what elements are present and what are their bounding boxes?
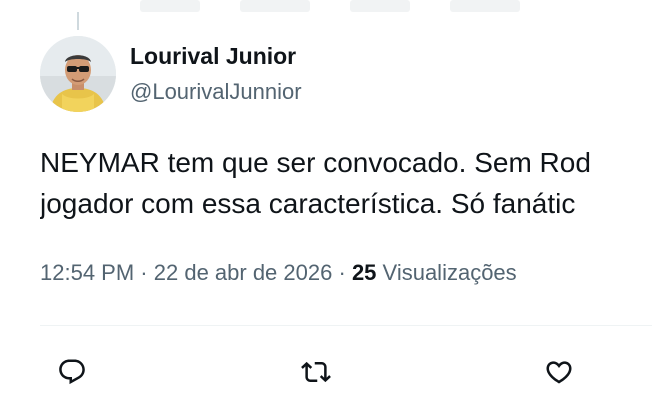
like-button[interactable] — [537, 350, 581, 394]
retweet-button[interactable] — [294, 350, 338, 394]
views-count: 25 — [351, 260, 377, 285]
author-info: Lourival Junior @LourivalJunnior — [130, 42, 302, 106]
tweet-text-line-1: NEYMAR tem que ser convocado. Sem Rod — [40, 147, 591, 178]
meta-separator: · — [338, 260, 346, 285]
like-icon — [546, 361, 572, 384]
meta-separator: · — [140, 260, 148, 285]
retweet-icon — [301, 361, 331, 383]
author-handle[interactable]: @LourivalJunnior — [130, 78, 302, 106]
reply-button[interactable] — [50, 350, 94, 394]
reply-icon — [59, 359, 85, 385]
tweet-text: NEYMAR tem que ser convocado. Sem Rod jo… — [40, 142, 652, 224]
author-display-name[interactable]: Lourival Junior — [130, 42, 302, 70]
tweet: Lourival Junior @LourivalJunnior NEYMAR … — [0, 0, 652, 408]
tweet-text-line-2: jogador com essa característica. Só faná… — [40, 188, 576, 219]
divider — [40, 325, 652, 326]
tweet-meta: 12:54 PM · 22 de abr de 2026 · 25 Visual… — [40, 258, 517, 288]
tweet-time[interactable]: 12:54 PM — [40, 260, 134, 285]
tweet-actions — [0, 350, 652, 394]
tweet-date[interactable]: 22 de abr de 2026 — [154, 260, 333, 285]
previous-tweet-remnant — [140, 0, 630, 12]
avatar-photo — [40, 36, 116, 112]
views-label: Visualizações — [382, 260, 517, 285]
avatar[interactable] — [40, 36, 116, 112]
thread-connector-line — [77, 12, 79, 30]
